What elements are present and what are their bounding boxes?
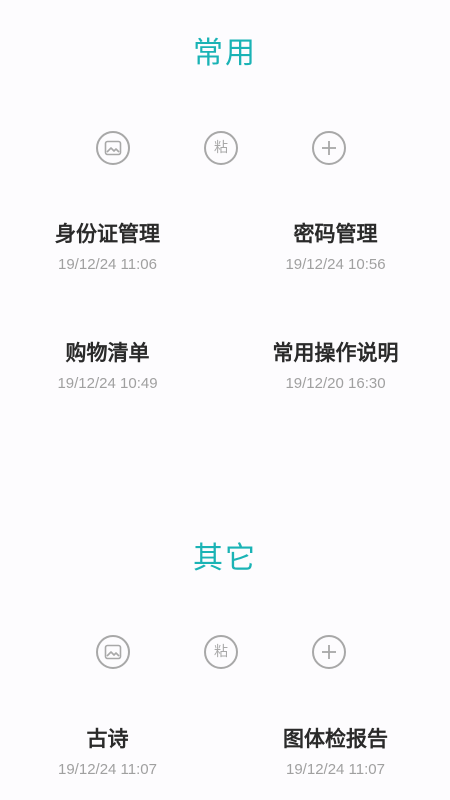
add-note-button[interactable]	[312, 131, 346, 165]
add-note-button[interactable]	[312, 635, 346, 669]
note-item[interactable]: 购物清单 19/12/24 10:49	[0, 339, 220, 393]
paste-icon: 粘	[214, 644, 228, 660]
paste-button[interactable]: 粘	[204, 131, 238, 165]
note-timestamp: 19/12/20 16:30	[285, 375, 386, 392]
note-timestamp: 19/12/24 11:06	[58, 256, 157, 273]
note-title: 古诗	[86, 727, 129, 751]
paste-button[interactable]: 粘	[204, 635, 238, 669]
note-item[interactable]: 图体检报告 19/12/24 11:07	[223, 725, 448, 779]
section-title-common: 常用	[193, 36, 257, 71]
insert-image-button[interactable]	[96, 635, 130, 669]
paste-icon: 粘	[214, 140, 228, 156]
note-timestamp: 19/12/24 10:56	[285, 256, 386, 273]
insert-image-button[interactable]	[96, 131, 130, 165]
note-timestamp: 19/12/24 11:07	[58, 761, 157, 778]
note-title: 密码管理	[293, 222, 378, 246]
image-icon	[104, 644, 122, 660]
image-icon	[104, 140, 122, 156]
note-title: 常用操作说明	[272, 341, 399, 365]
section-title-other: 其它	[193, 541, 257, 576]
note-timestamp: 19/12/24 11:07	[286, 761, 385, 778]
plus-icon	[322, 645, 336, 659]
note-timestamp: 19/12/24 10:49	[57, 375, 158, 392]
plus-icon	[322, 141, 336, 155]
note-item[interactable]: 身份证管理 19/12/24 11:06	[0, 220, 220, 274]
note-title: 图体检报告	[283, 727, 388, 751]
note-item[interactable]: 常用操作说明 19/12/20 16:30	[223, 339, 448, 393]
note-item[interactable]: 古诗 19/12/24 11:07	[0, 725, 220, 779]
note-title: 购物清单	[65, 341, 150, 365]
note-title: 身份证管理	[55, 222, 160, 246]
note-item[interactable]: 密码管理 19/12/24 10:56	[223, 220, 448, 274]
